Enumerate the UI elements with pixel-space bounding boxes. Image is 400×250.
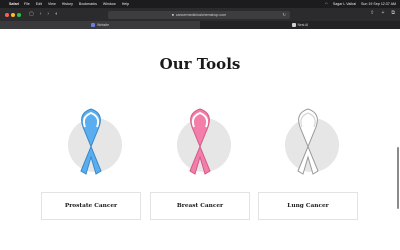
new-tab-icon[interactable]: + <box>382 11 385 16</box>
tab-website[interactable]: Website <box>0 21 200 29</box>
reload-icon[interactable]: ↻ <box>282 12 286 17</box>
url-text: cancermedicinalchemshop.com <box>175 12 227 17</box>
menu-file[interactable]: File <box>24 2 30 6</box>
tool-prostate-cancer: Prostate Cancer <box>41 95 141 221</box>
menu-help[interactable]: Help <box>122 2 129 6</box>
menu-bookmarks[interactable]: Bookmarks <box>79 2 97 6</box>
tool-lung-cancer: Lung Cancer <box>258 95 358 221</box>
tab-overview-icon[interactable]: ⧉ <box>391 11 395 16</box>
tool-breast-cancer: Breast Cancer <box>150 95 250 221</box>
section-title: Our Tools <box>159 55 241 73</box>
menu-status-area: ◠ Sagar L Vaibal Sun 19 Sep 12:37 AM <box>320 2 396 6</box>
menu-bar: Safari File Edit View History Bookmarks … <box>0 0 400 8</box>
menu-history[interactable]: History <box>62 2 73 6</box>
tab-label: Website <box>97 23 109 27</box>
window-controls <box>5 12 23 17</box>
breast-ribbon-icon <box>150 95 250 185</box>
web-page: Our Tools Prostate Cancer Breast Cancer <box>0 29 400 250</box>
zoom-window-button[interactable] <box>17 12 21 17</box>
breast-cancer-button[interactable]: Breast Cancer <box>150 192 250 220</box>
sidebar-icon[interactable]: ▢ <box>29 12 34 17</box>
shield-icon[interactable]: ◐ <box>55 12 58 17</box>
ribbon-svg <box>177 108 231 175</box>
prostate-ribbon-icon <box>41 95 141 185</box>
browser-toolbar: ▢ ‹ › ◐ ■ cancermedicinalchemshop.com ↻ … <box>0 8 400 21</box>
menu-clock[interactable]: Sun 19 Sep 12:37 AM <box>361 2 396 6</box>
menu-user[interactable]: Sagar L Vaibal <box>333 2 356 6</box>
back-icon[interactable]: ‹ <box>40 12 42 17</box>
close-window-button[interactable] <box>5 12 9 17</box>
menu-edit[interactable]: Edit <box>36 2 42 6</box>
address-bar[interactable]: ■ cancermedicinalchemshop.com ↻ <box>108 10 290 19</box>
minimize-window-button[interactable] <box>11 12 15 17</box>
toolbar-right: ⇧ + ⧉ <box>363 11 395 16</box>
page-scrollbar[interactable] <box>397 147 399 209</box>
tab-bar: Website Nest AI <box>0 21 400 29</box>
forward-icon[interactable]: › <box>47 12 49 17</box>
wifi-icon[interactable]: ◠ <box>325 2 328 6</box>
menu-view[interactable]: View <box>48 2 56 6</box>
share-icon[interactable]: ⇧ <box>370 11 374 16</box>
ribbon-svg <box>68 108 122 175</box>
ribbon-svg <box>285 108 339 175</box>
lock-icon: ■ <box>171 12 174 17</box>
favicon-icon <box>91 23 96 27</box>
lung-cancer-button[interactable]: Lung Cancer <box>258 192 358 220</box>
menu-window[interactable]: Window <box>103 2 116 6</box>
lung-ribbon-icon <box>258 95 358 185</box>
menu-app-name[interactable]: Safari <box>9 2 19 6</box>
tab-nest-ai[interactable]: Nest AI <box>200 21 400 29</box>
favicon-icon <box>291 23 296 27</box>
tab-label: Nest AI <box>297 23 309 27</box>
prostate-cancer-button[interactable]: Prostate Cancer <box>41 192 141 220</box>
